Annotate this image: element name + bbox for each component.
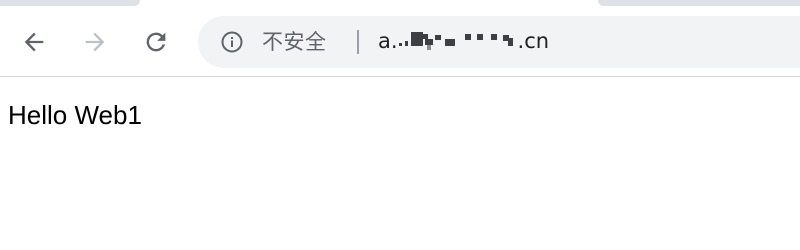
url-redaction-mosaic: [398, 30, 517, 50]
back-button[interactable]: [16, 24, 52, 60]
url-suffix: .cn: [517, 29, 550, 53]
url-text[interactable]: a. .cn: [378, 27, 549, 55]
tab-strip: [0, 0, 800, 8]
arrow-left-icon: [24, 32, 44, 52]
page-body-text: Hello Web1: [8, 100, 142, 130]
browser-window: 不安全 a. .cn Hello Web1: [0, 0, 800, 250]
address-bar[interactable]: 不安全 a. .cn: [198, 16, 800, 68]
tab-right-edge[interactable]: [598, 0, 800, 6]
omnibox-divider: [357, 30, 359, 54]
security-status-label[interactable]: 不安全: [262, 28, 327, 56]
info-circle-icon[interactable]: [220, 30, 244, 54]
page-content: Hello Web1: [0, 77, 800, 250]
url-prefix: a.: [378, 29, 398, 53]
arrow-right-icon: [85, 32, 105, 52]
reload-icon: [146, 32, 166, 52]
tab-left-edge[interactable]: [0, 0, 140, 6]
browser-toolbar: 不安全 a. .cn: [0, 8, 800, 77]
reload-button[interactable]: [138, 24, 174, 60]
forward-button[interactable]: [77, 24, 113, 60]
